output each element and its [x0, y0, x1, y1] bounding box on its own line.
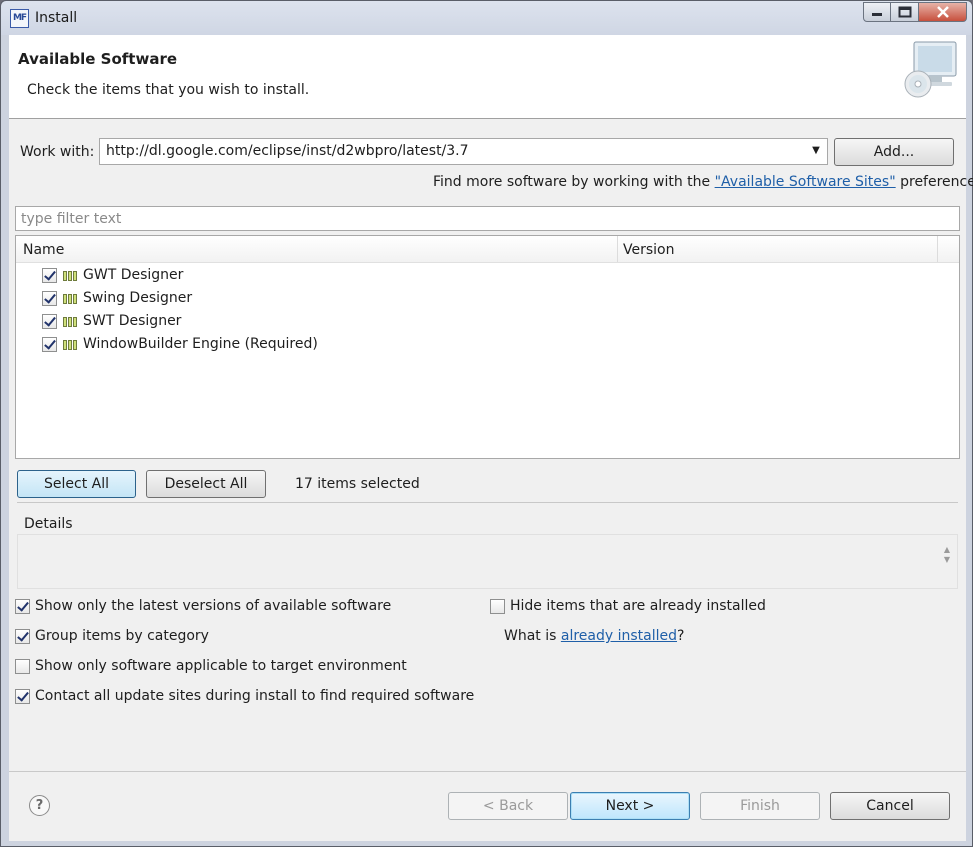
feature-icon [63, 294, 77, 304]
details-scroll-arrows[interactable]: ▲ ▼ [942, 545, 952, 567]
tree-row[interactable]: Swing Designer [16, 288, 959, 311]
feature-icon [63, 340, 77, 350]
add-site-button[interactable]: Add... [834, 138, 954, 166]
cancel-button[interactable]: Cancel [830, 792, 950, 820]
feature-icon [63, 317, 77, 327]
item-label: GWT Designer [83, 267, 184, 283]
what-is-installed: What is already installed? [504, 628, 684, 644]
maximize-button[interactable] [891, 2, 919, 22]
latest-versions-checkbox[interactable] [15, 599, 30, 614]
tree-row[interactable]: SWT Designer [16, 311, 959, 334]
sites-hint: Find more software by working with the "… [433, 174, 973, 190]
maximize-icon [898, 6, 911, 18]
work-with-label: Work with: [20, 144, 95, 160]
title-bar[interactable]: MF Install [1, 1, 972, 35]
item-checkbox[interactable] [42, 268, 57, 283]
select-all-button[interactable]: Select All [17, 470, 136, 498]
group-by-category-checkbox[interactable] [15, 629, 30, 644]
latest-versions-label: Show only the latest versions of availab… [35, 598, 392, 614]
deselect-all-button[interactable]: Deselect All [146, 470, 266, 498]
work-with-combo[interactable]: http://dl.google.com/eclipse/inst/d2wbpr… [99, 138, 828, 165]
back-button[interactable]: < Back [448, 792, 568, 820]
divider [17, 502, 958, 503]
column-divider[interactable] [617, 236, 618, 262]
item-label: SWT Designer [83, 313, 182, 329]
target-environment-checkbox[interactable] [15, 659, 30, 674]
item-checkbox[interactable] [42, 314, 57, 329]
details-pane[interactable]: ▲ ▼ [17, 534, 958, 589]
hide-installed-label: Hide items that are already installed [510, 598, 766, 614]
group-by-category-label: Group items by category [35, 628, 209, 644]
tree-row[interactable]: GWT Designer [16, 265, 959, 288]
target-environment-label: Show only software applicable to target … [35, 658, 407, 674]
item-checkbox[interactable] [42, 337, 57, 352]
tree-header: Name Version [16, 236, 959, 263]
header-banner: Available Software Check the items that … [9, 35, 966, 119]
column-name[interactable]: Name [23, 242, 64, 258]
minimize-button[interactable] [863, 2, 891, 22]
page-title: Available Software [18, 50, 178, 68]
column-version[interactable]: Version [623, 242, 674, 258]
close-icon [936, 6, 949, 18]
sites-hint-prefix: Find more software by working with the [433, 174, 715, 190]
filter-input[interactable] [16, 207, 959, 230]
selection-count: 17 items selected [295, 476, 420, 492]
footer-divider [9, 771, 966, 772]
contact-update-sites-label: Contact all update sites during install … [35, 688, 475, 704]
minimize-icon [872, 13, 882, 16]
close-button[interactable] [919, 2, 967, 22]
install-window: MF Install Available Software Check the … [0, 0, 973, 847]
what-is-suffix: ? [677, 628, 685, 644]
dialog-content: Available Software Check the items that … [9, 35, 973, 841]
details-label: Details [24, 516, 73, 532]
item-checkbox[interactable] [42, 291, 57, 306]
tree-row[interactable]: WindowBuilder Engine (Required) [16, 334, 959, 357]
page-description: Check the items that you wish to install… [27, 82, 310, 98]
chevron-down-icon[interactable]: ▼ [809, 144, 823, 158]
item-label: WindowBuilder Engine (Required) [83, 336, 318, 352]
what-is-prefix: What is [504, 628, 561, 644]
finish-button[interactable]: Finish [700, 792, 820, 820]
already-installed-link[interactable]: already installed [561, 628, 677, 644]
column-divider[interactable] [937, 236, 938, 262]
item-label: Swing Designer [83, 290, 193, 306]
contact-update-sites-checkbox[interactable] [15, 689, 30, 704]
app-icon: MF [10, 9, 29, 28]
window-controls [863, 2, 967, 24]
next-button[interactable]: Next > [570, 792, 690, 820]
sites-hint-suffix: preferences. [900, 174, 973, 190]
window-title: Install [35, 10, 78, 26]
computer-cd-icon [904, 41, 957, 98]
work-with-value: http://dl.google.com/eclipse/inst/d2wbpr… [106, 143, 469, 159]
filter-field[interactable] [15, 206, 960, 231]
software-tree[interactable]: Name Version GWT Designer Swing Designer… [15, 235, 960, 459]
feature-icon [63, 271, 77, 281]
hide-installed-checkbox[interactable] [490, 599, 505, 614]
help-icon[interactable]: ? [29, 795, 50, 816]
available-sites-link[interactable]: "Available Software Sites" [715, 174, 896, 190]
